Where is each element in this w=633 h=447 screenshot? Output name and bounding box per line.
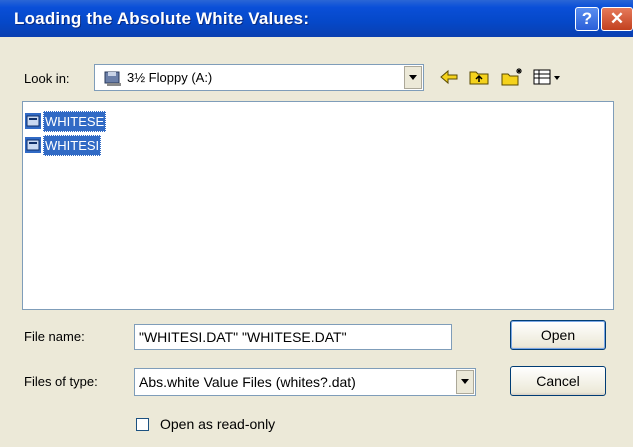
list-item[interactable]: WHITESI <box>25 134 102 156</box>
help-button[interactable]: ? <box>575 7 599 31</box>
filetype-value: Abs.white Value Files (whites?.dat) <box>139 374 356 390</box>
filename-label: File name: <box>24 329 85 344</box>
close-button[interactable]: ✕ <box>601 7 633 31</box>
view-menu-icon[interactable] <box>532 66 562 88</box>
file-name: WHITESE <box>43 110 107 132</box>
file-name: WHITESI <box>43 134 102 156</box>
file-list[interactable]: WHITESE WHITESI <box>22 101 614 310</box>
back-arrow-icon[interactable] <box>438 66 460 88</box>
new-folder-icon[interactable] <box>500 66 524 88</box>
window-title: Loading the Absolute White Values: <box>14 9 310 28</box>
lookin-value: 3½ Floppy (A:) <box>127 70 213 85</box>
filename-input[interactable]: "WHITESI.DAT" "WHITESE.DAT" <box>134 324 452 350</box>
filetype-label: Files of type: <box>24 374 98 389</box>
data-file-icon <box>25 137 41 153</box>
cancel-button[interactable]: Cancel <box>510 366 606 396</box>
title-bar[interactable]: Loading the Absolute White Values: ? ✕ <box>0 0 633 37</box>
list-item[interactable]: WHITESE <box>25 110 107 132</box>
lookin-dropdown[interactable]: 3½ Floppy (A:) <box>94 64 424 91</box>
readonly-checkbox[interactable] <box>136 418 149 431</box>
up-folder-icon[interactable] <box>468 66 490 88</box>
lookin-dropdown-arrow[interactable] <box>404 66 422 89</box>
lookin-label: Look in: <box>24 71 70 86</box>
filetype-dropdown[interactable]: Abs.white Value Files (whites?.dat) <box>134 368 476 396</box>
data-file-icon <box>25 113 41 129</box>
floppy-drive-icon <box>104 71 121 86</box>
filetype-dropdown-arrow[interactable] <box>456 370 474 394</box>
open-button[interactable]: Open <box>510 320 606 350</box>
readonly-label[interactable]: Open as read-only <box>160 416 275 432</box>
